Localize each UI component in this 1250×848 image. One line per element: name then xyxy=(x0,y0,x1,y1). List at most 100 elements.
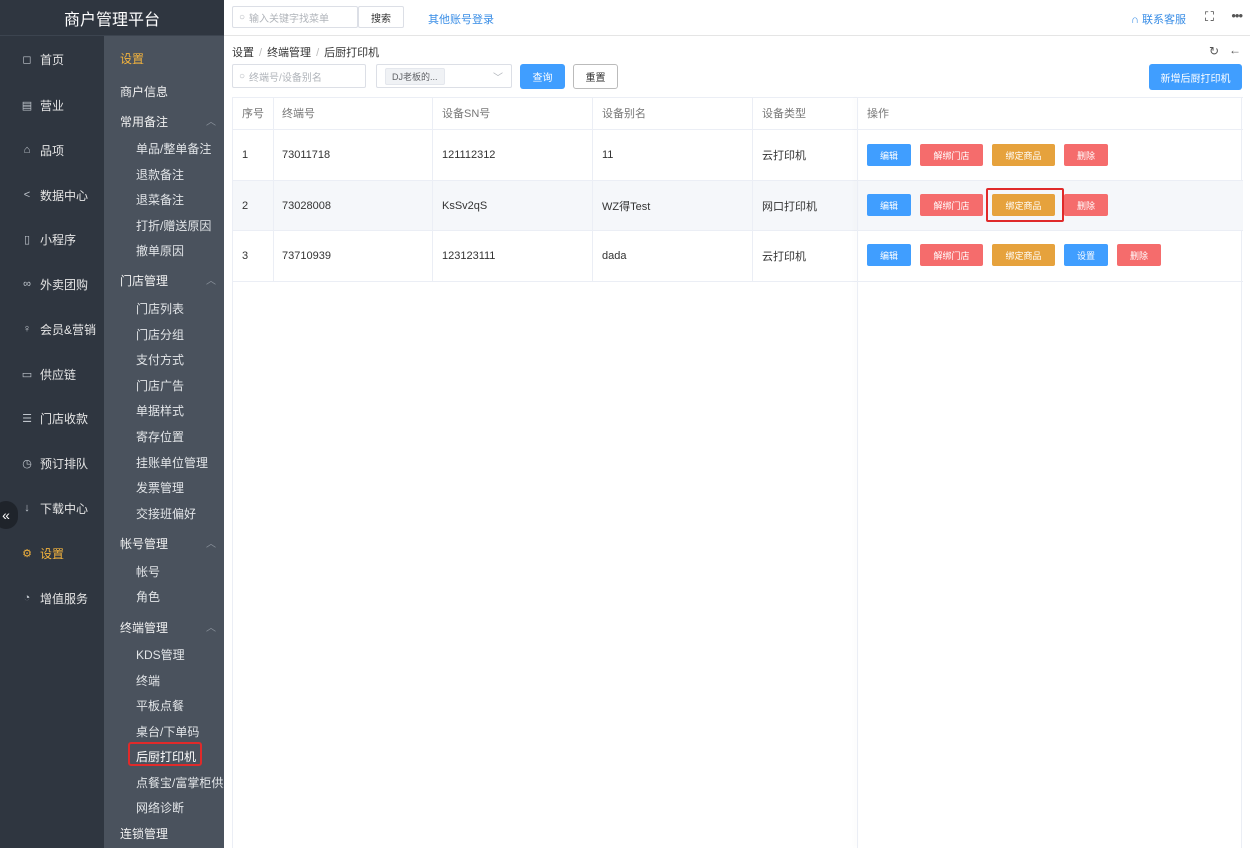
chevron-down-icon: ﹀ xyxy=(493,73,503,84)
terminal-search-placeholder: 终端号/设备别名 xyxy=(249,72,322,84)
delete-button[interactable]: 删除 xyxy=(1064,194,1108,216)
fullscreen-icon[interactable]: ⛶ xyxy=(1205,9,1214,25)
share-icon: < xyxy=(23,189,31,201)
edit-button[interactable]: 编辑 xyxy=(867,194,911,216)
sub-item-store-list[interactable]: 门店列表 xyxy=(136,300,184,317)
cell-sn: 123123111 xyxy=(442,250,496,262)
menu-search-button[interactable]: 搜索 xyxy=(358,6,404,28)
nav-item-mini-program[interactable]: ▯ 小程序 xyxy=(0,224,104,254)
sub-item-accounts[interactable]: 帐号 xyxy=(136,563,160,580)
nav-item-label: 预订排队 xyxy=(40,456,89,471)
sub-group-account-management[interactable]: 帐号管理 ︿ xyxy=(120,535,216,552)
nav-item-business[interactable]: ▤ 营业 xyxy=(0,90,104,120)
nav-item-members[interactable]: ♀ 会员&营销 xyxy=(0,314,104,344)
terminal-search-input[interactable]: ○ 终端号/设备别名 xyxy=(232,64,366,88)
nav-item-supply-chain[interactable]: ▭ 供应链 xyxy=(0,359,104,389)
delete-button[interactable]: 删除 xyxy=(1117,244,1161,266)
sub-item-shift-prefs[interactable]: 交接班偏好 xyxy=(136,505,196,522)
nav-item-data-center[interactable]: < 数据中心 xyxy=(0,180,104,210)
nav-item-reservations[interactable]: ◷ 预订排队 xyxy=(0,448,104,478)
sub-group-terminal-management[interactable]: 终端管理 ︿ xyxy=(120,619,216,636)
breadcrumb-settings[interactable]: 设置 xyxy=(232,47,254,59)
nav-item-settings[interactable]: ⚙ 设置 xyxy=(0,538,104,568)
sub-item-refund-note[interactable]: 退款备注 xyxy=(136,166,184,183)
nav-item-home[interactable]: ◻ 首页 xyxy=(0,44,104,74)
sub-group-store-management[interactable]: 门店管理 ︿ xyxy=(120,272,216,289)
sub-item-store-ads[interactable]: 门店广告 xyxy=(136,377,184,394)
edit-button[interactable]: 编辑 xyxy=(867,244,911,266)
reset-button[interactable]: 重置 xyxy=(573,64,618,89)
bind-goods-button[interactable]: 绑定商品 xyxy=(992,144,1055,166)
cell-alias: WZ得Test xyxy=(602,200,651,213)
other-account-login-link[interactable]: 其他账号登录 xyxy=(428,11,494,27)
sub-item-discount-reason[interactable]: 打折/赠送原因 xyxy=(136,217,211,234)
add-kitchen-printer-button[interactable]: 新增后厨打印机 xyxy=(1149,64,1242,90)
header-alias: 设备别名 xyxy=(602,108,646,120)
header-type: 设备类型 xyxy=(762,108,806,120)
refresh-icon[interactable]: ↻ xyxy=(1209,44,1219,58)
cell-type: 云打印机 xyxy=(762,150,806,162)
search-placeholder: 输入关键字找菜单 xyxy=(249,13,330,25)
sub-item-store-groups[interactable]: 门店分组 xyxy=(136,326,184,343)
header-sn: 设备SN号 xyxy=(442,108,491,120)
breadcrumb-terminal-management[interactable]: 终端管理 xyxy=(267,47,311,59)
unbind-store-button[interactable]: 解绑门店 xyxy=(920,194,983,216)
nav-item-delivery[interactable]: ∞ 外卖团购 xyxy=(0,269,104,299)
sub-item-return-dish-note[interactable]: 退菜备注 xyxy=(136,191,184,208)
nav-item-label: 数据中心 xyxy=(40,188,89,203)
sub-group-chain-management[interactable]: 连锁管理 xyxy=(120,825,168,842)
back-arrow-icon[interactable]: ← xyxy=(1229,43,1241,57)
topbar: ○ 输入关键字找菜单 搜索 其他账号登录 ∩ 联系客服 ⛶ ••• xyxy=(224,0,1250,36)
home-icon: ◻ xyxy=(22,53,32,66)
settings-button[interactable]: 设置 xyxy=(1064,244,1108,266)
selected-store-tag: DJ老板的... xyxy=(385,67,445,85)
unbind-store-button[interactable]: 解绑门店 xyxy=(920,144,983,166)
edit-button[interactable]: 编辑 xyxy=(867,144,911,166)
nav-item-label: 首页 xyxy=(40,52,65,67)
sub-item-invoice[interactable]: 发票管理 xyxy=(136,479,184,496)
cell-type: 网口打印机 xyxy=(762,200,817,213)
sub-item-roles[interactable]: 角色 xyxy=(136,588,160,605)
sub-group-label: 常用备注 xyxy=(120,115,169,129)
sub-item-single-order-note[interactable]: 单品/整单备注 xyxy=(136,140,211,157)
nav-item-label: 增值服务 xyxy=(40,591,89,606)
nav-item-store-payments[interactable]: ☰ 门店收款 xyxy=(0,403,104,433)
cell-alias: 11 xyxy=(602,149,614,161)
nav-item-products[interactable]: ⌂ 品项 xyxy=(0,135,104,165)
sub-item-kds[interactable]: KDS管理 xyxy=(136,646,185,663)
primary-sidebar: ◻ 首页 ▤ 营业 ⌂ 品项 < 数据中心 ▯ 小程序 ∞ 外卖团购 ♀ 会员&… xyxy=(0,36,104,848)
nav-item-label: 品项 xyxy=(40,143,65,158)
headset-icon: ∩ xyxy=(1131,14,1139,26)
bike-icon: ∞ xyxy=(23,278,31,290)
sub-item-network-diagnosis[interactable]: 网络诊断 xyxy=(136,799,184,816)
nav-item-label: 供应链 xyxy=(40,367,77,382)
query-button[interactable]: 查询 xyxy=(520,64,565,89)
menu-search-input[interactable]: ○ 输入关键字找菜单 xyxy=(232,6,358,28)
unbind-store-button[interactable]: 解绑门店 xyxy=(920,244,983,266)
sub-item-receipt-style[interactable]: 单据样式 xyxy=(136,402,184,419)
sub-item-storage-location[interactable]: 寄存位置 xyxy=(136,428,184,445)
sub-group-common-notes[interactable]: 常用备注 ︿ xyxy=(120,113,216,130)
nav-item-label: 门店收款 xyxy=(40,411,89,426)
truck-icon: ▭ xyxy=(21,368,33,381)
header-actions: 操作 xyxy=(867,108,889,120)
sub-item-cancel-reason[interactable]: 撤单原因 xyxy=(136,242,184,259)
delete-button[interactable]: 删除 xyxy=(1064,144,1108,166)
nav-item-value-added[interactable]: ◔ 增值服务 xyxy=(0,583,104,613)
sub-item-ordering-device-supplier[interactable]: 点餐宝/富掌柜供应 xyxy=(136,774,224,791)
contact-support-link[interactable]: ∩ 联系客服 xyxy=(1131,11,1186,27)
sub-item-tablet-ordering[interactable]: 平板点餐 xyxy=(136,697,184,714)
store-select[interactable]: DJ老板的... ﹀ xyxy=(376,64,512,88)
sub-nav-merchant-info[interactable]: 商户信息 xyxy=(120,83,168,100)
kitchen-printer-highlight xyxy=(128,742,202,766)
cell-terminal: 73028008 xyxy=(282,199,331,212)
sub-item-payment-methods[interactable]: 支付方式 xyxy=(136,351,184,368)
more-icon[interactable]: ••• xyxy=(1231,8,1243,23)
phone-icon: ▯ xyxy=(23,233,31,246)
sub-item-credit-units[interactable]: 挂账单位管理 xyxy=(136,454,208,471)
bind-goods-button[interactable]: 绑定商品 xyxy=(992,244,1055,266)
sub-item-table-codes[interactable]: 桌台/下单码 xyxy=(136,723,199,740)
sub-item-terminal[interactable]: 终端 xyxy=(136,672,160,689)
bind-goods-highlight xyxy=(986,188,1064,222)
breadcrumb-kitchen-printer: 后厨打印机 xyxy=(324,47,380,59)
